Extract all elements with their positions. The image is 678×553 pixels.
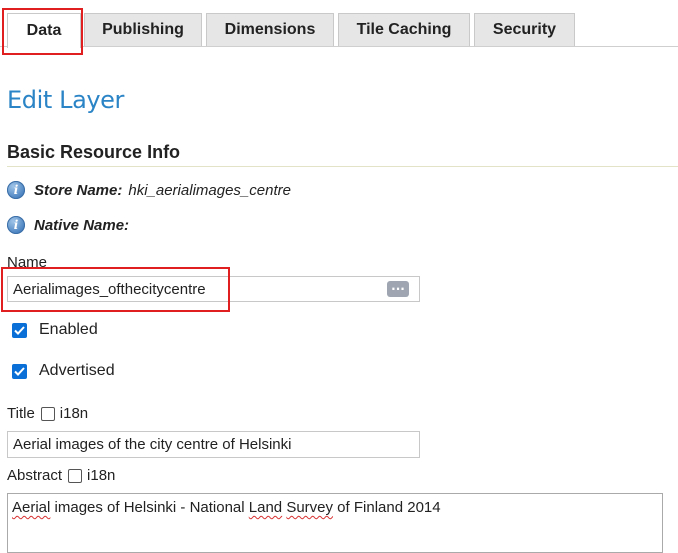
tab-data[interactable]: Data	[7, 13, 81, 48]
info-icon: i	[7, 216, 25, 234]
advertised-checkbox-row[interactable]: Advertised	[12, 362, 115, 380]
store-name-row: i Store Name: hki_aerialimages_centre	[7, 181, 291, 199]
tab-security[interactable]: Security	[474, 13, 575, 46]
advertised-label: Advertised	[39, 362, 115, 379]
enabled-checkbox[interactable]	[12, 322, 27, 338]
more-options-icon[interactable]: ···	[387, 281, 409, 297]
tab-bar: Data Publishing Dimensions Tile Caching …	[0, 0, 678, 48]
enabled-checkbox-row[interactable]: Enabled	[12, 321, 98, 339]
name-input[interactable]: Aerialimages_ofthecitycentre ···	[7, 276, 420, 302]
checkmark-icon	[14, 366, 25, 376]
checkmark-icon	[14, 325, 25, 335]
title-label: Title	[7, 405, 35, 422]
tab-divider	[0, 46, 678, 47]
native-name-row: i Native Name:	[7, 216, 135, 234]
title-label-row: Title i18n	[7, 405, 88, 422]
abstract-text: Land	[248, 499, 283, 516]
title-input[interactable]: Aerial images of the city centre of Hels…	[7, 431, 420, 458]
title-input-value: Aerial images of the city centre of Hels…	[13, 436, 292, 453]
abstract-i18n-checkbox[interactable]	[68, 468, 83, 483]
section-divider	[7, 166, 678, 167]
tab-dimensions[interactable]: Dimensions	[206, 13, 334, 46]
enabled-label: Enabled	[39, 321, 98, 338]
name-input-value: Aerialimages_ofthecitycentre	[13, 280, 206, 298]
title-i18n-checkbox[interactable]	[40, 406, 55, 421]
abstract-text: Aerial	[12, 499, 51, 516]
store-name-label: Store Name:	[34, 181, 123, 199]
title-i18n-label: i18n	[59, 405, 89, 422]
name-label: Name	[7, 254, 48, 271]
abstract-textarea[interactable]: Aerial images of Helsinki - National Lan…	[7, 493, 663, 553]
native-name-label: Native Name:	[34, 216, 130, 234]
section-title: Basic Resource Info	[7, 142, 181, 162]
advertised-checkbox[interactable]	[12, 363, 27, 379]
abstract-text: Survey	[286, 499, 334, 516]
abstract-text: of Finland 2014	[333, 499, 441, 516]
abstract-i18n-label: i18n	[87, 467, 116, 484]
store-name-value: hki_aerialimages_centre	[128, 181, 291, 199]
abstract-label: Abstract	[7, 467, 63, 484]
tab-publishing[interactable]: Publishing	[84, 13, 202, 46]
abstract-label-row: Abstract i18n	[7, 467, 115, 484]
page-title: Edit Layer	[7, 86, 125, 114]
abstract-text: images of Helsinki - National	[50, 499, 249, 516]
tab-tile-caching[interactable]: Tile Caching	[338, 13, 470, 46]
info-icon: i	[7, 181, 25, 199]
